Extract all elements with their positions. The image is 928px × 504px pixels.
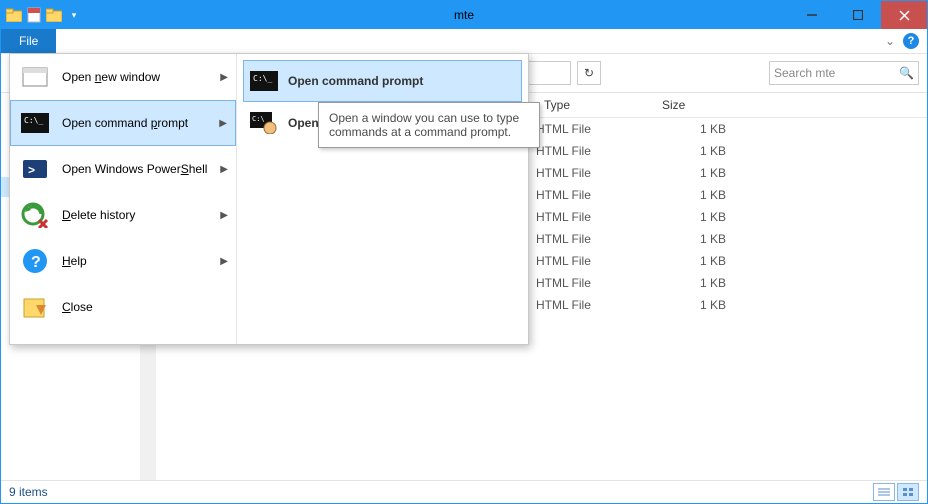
row-type: HTML File xyxy=(536,210,646,224)
row-type: HTML File xyxy=(536,276,646,290)
file-menu-item[interactable]: C:\_ Open command prompt ▶ xyxy=(10,100,236,146)
menu-label: Help xyxy=(62,254,87,268)
details-view-button[interactable] xyxy=(873,483,895,501)
row-size: 1 KB xyxy=(646,166,726,180)
properties-icon[interactable] xyxy=(25,5,43,25)
status-text: 9 items xyxy=(9,485,48,499)
titlebar[interactable]: ▾ mte xyxy=(1,1,927,29)
search-icon: 🔍 xyxy=(899,66,914,80)
search-placeholder: Search mte xyxy=(774,66,835,80)
maximize-button[interactable] xyxy=(835,1,881,29)
row-type: HTML File xyxy=(536,254,646,268)
submenu-arrow-icon: ▶ xyxy=(220,72,228,83)
tooltip: Open a window you can use to type comman… xyxy=(318,102,540,148)
svg-text:C:\_: C:\_ xyxy=(253,74,272,83)
quick-access-toolbar: ▾ xyxy=(1,5,83,25)
row-type: HTML File xyxy=(536,122,646,136)
close-button[interactable] xyxy=(881,1,927,29)
row-type: HTML File xyxy=(536,232,646,246)
submenu-label: Open command prompt xyxy=(288,74,423,88)
status-bar: 9 items xyxy=(1,480,927,503)
window-icon xyxy=(20,62,50,92)
menu-label: Delete history xyxy=(62,208,135,222)
close-icon xyxy=(20,292,50,322)
cmd-icon: C:\_ xyxy=(20,108,50,138)
file-menu: Open new window ▶ C:\_ Open command prompt ▶… xyxy=(9,53,529,345)
row-type: HTML File xyxy=(536,188,646,202)
row-type: HTML File xyxy=(536,298,646,312)
submenu-arrow-icon: ▶ xyxy=(220,164,228,175)
cmdadmin-icon: C:\ xyxy=(250,112,278,134)
submenu-arrow-icon: ▶ xyxy=(220,210,228,221)
file-menu-item[interactable]: Delete history ▶ xyxy=(10,192,236,238)
row-size: 1 KB xyxy=(646,144,726,158)
search-box[interactable]: Search mte 🔍 xyxy=(769,61,919,85)
svg-text:>: > xyxy=(28,163,35,177)
folder-open-icon[interactable] xyxy=(45,5,63,25)
file-menu-item[interactable]: > Open Windows PowerShell ▶ xyxy=(10,146,236,192)
svg-text:?: ? xyxy=(31,254,41,271)
qat-dropdown-icon[interactable]: ▾ xyxy=(65,5,83,25)
file-menu-item[interactable]: Open new window ▶ xyxy=(10,54,236,100)
ps-icon: > xyxy=(20,154,50,184)
row-size: 1 KB xyxy=(646,188,726,202)
svg-text:C:\_: C:\_ xyxy=(24,116,43,125)
folder-icon xyxy=(5,5,23,25)
explorer-window: ▾ mte File ⌄ ? ⌄ ↻ Search mte 🔍 ♪MusicPi… xyxy=(0,0,928,504)
ribbon-tabs: File ⌄ ? xyxy=(1,29,927,54)
refresh-button[interactable]: ↻ xyxy=(577,61,601,85)
help-icon: ? xyxy=(20,246,50,276)
minimize-button[interactable] xyxy=(789,1,835,29)
file-menu-item[interactable]: ? Help ▶ xyxy=(10,238,236,284)
row-size: 1 KB xyxy=(646,122,726,136)
file-menu-item[interactable]: Close xyxy=(10,284,236,330)
cmd-icon: C:\_ xyxy=(250,70,278,92)
submenu-arrow-icon: ▶ xyxy=(220,256,228,267)
file-tab[interactable]: File xyxy=(1,29,56,53)
menu-label: Open new window xyxy=(62,70,160,84)
svg-text:C:\: C:\ xyxy=(252,115,265,123)
del-icon xyxy=(20,200,50,230)
row-size: 1 KB xyxy=(646,254,726,268)
column-type[interactable]: Type xyxy=(536,98,654,112)
row-type: HTML File xyxy=(536,166,646,180)
file-submenu-item[interactable]: C:\_ Open command prompt xyxy=(243,60,522,102)
file-menu-submenu: C:\_Open command promptC:\Open c xyxy=(237,54,528,344)
window-controls xyxy=(789,1,927,29)
row-size: 1 KB xyxy=(646,232,726,246)
menu-label: Open command prompt xyxy=(62,116,188,130)
icons-view-button[interactable] xyxy=(897,483,919,501)
ribbon-expand-icon[interactable]: ⌄ xyxy=(885,34,895,48)
menu-label: Close xyxy=(62,300,93,314)
file-menu-main: Open new window ▶ C:\_ Open command prompt ▶… xyxy=(10,54,237,344)
row-size: 1 KB xyxy=(646,298,726,312)
menu-label: Open Windows PowerShell xyxy=(62,162,207,176)
column-size[interactable]: Size xyxy=(654,98,742,112)
row-size: 1 KB xyxy=(646,276,726,290)
help-icon[interactable]: ? xyxy=(903,33,919,49)
submenu-arrow-icon: ▶ xyxy=(219,118,227,129)
row-type: HTML File xyxy=(536,144,646,158)
row-size: 1 KB xyxy=(646,210,726,224)
